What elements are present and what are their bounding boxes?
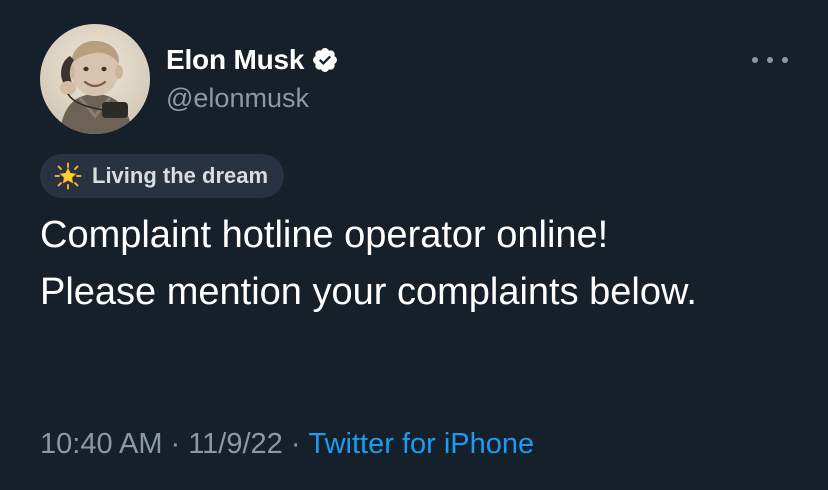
tweet-source-link[interactable]: Twitter for iPhone bbox=[308, 428, 534, 460]
user-handle[interactable]: @elonmusk bbox=[166, 83, 309, 114]
tweet-card: Elon Musk @elonmusk Living the dream Com… bbox=[0, 0, 828, 490]
display-name-row: Elon Musk bbox=[166, 42, 339, 78]
more-dot bbox=[767, 57, 773, 63]
glowing-star-icon bbox=[54, 162, 82, 190]
avatar[interactable] bbox=[40, 24, 150, 134]
tweet-date[interactable]: 11/9/22 bbox=[188, 428, 283, 460]
meta-separator: · bbox=[290, 428, 301, 460]
display-name[interactable]: Elon Musk bbox=[166, 44, 304, 76]
tweet-meta: 10:40 AM · 11/9/22 · Twitter for iPhone bbox=[40, 428, 534, 461]
tweet-time[interactable]: 10:40 AM bbox=[40, 428, 163, 460]
more-dot bbox=[782, 57, 788, 63]
more-dot bbox=[752, 57, 758, 63]
status-badge[interactable]: Living the dream bbox=[40, 154, 285, 198]
avatar-image bbox=[40, 24, 150, 134]
verified-badge-icon bbox=[311, 46, 339, 74]
meta-separator: · bbox=[170, 428, 181, 460]
tweet-text: Complaint hotline operator online! Pleas… bbox=[40, 214, 697, 313]
status-badge-label: Living the dream bbox=[92, 163, 269, 188]
more-options-icon[interactable] bbox=[752, 50, 788, 70]
